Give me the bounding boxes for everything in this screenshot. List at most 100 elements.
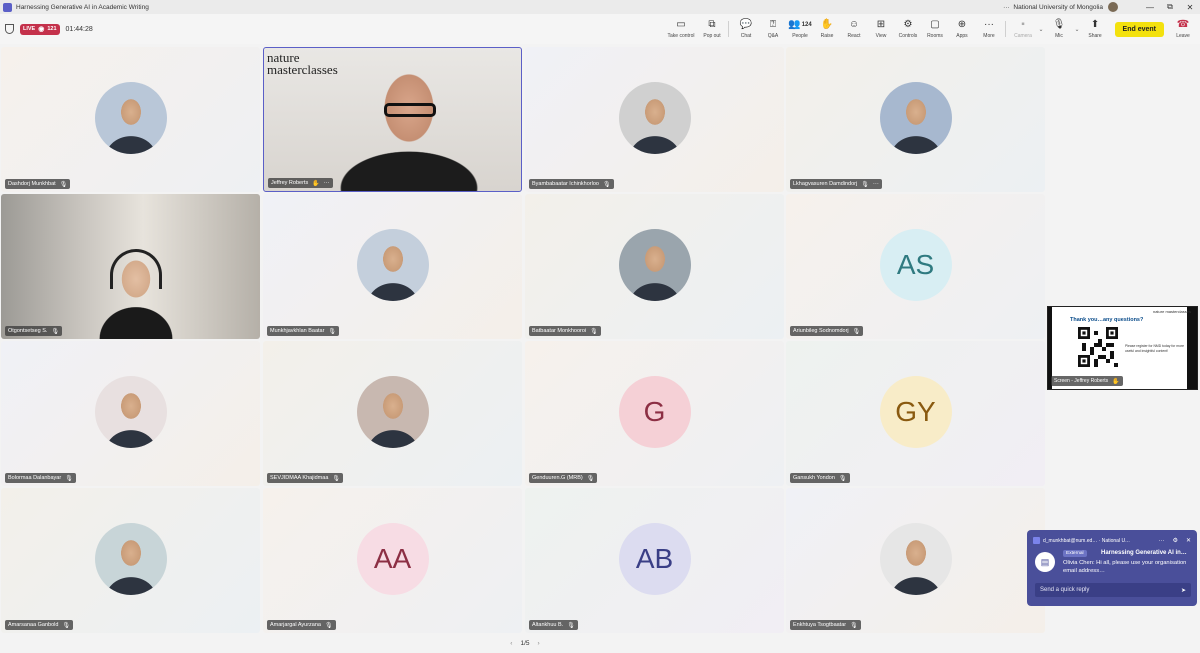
apps-icon: ⊕ (958, 19, 966, 31)
participant-tile[interactable]: Otgontsetseg S. 🎙 (1, 194, 260, 339)
rooms-icon: ▢ (930, 19, 939, 31)
apps-button[interactable]: ⊕ Apps (949, 14, 975, 44)
avatar (356, 375, 429, 448)
account-avatar[interactable] (1108, 2, 1118, 12)
pop-out-button[interactable]: ⧉ Pop out (699, 14, 725, 44)
shield-icon[interactable] (5, 24, 14, 34)
chat-button[interactable]: 💬 Chat (733, 14, 759, 44)
participant-tile[interactable]: Bolormaa Dalanbayar 🎙 (1, 341, 260, 486)
close-button[interactable]: ✕ (1180, 3, 1200, 12)
close-icon[interactable]: ✕ (1186, 537, 1191, 544)
view-button[interactable]: ⊞ View (868, 14, 894, 44)
controls-button[interactable]: ⚙ Controls (895, 14, 921, 44)
page-indicator: 1/5 (520, 639, 530, 647)
send-icon[interactable]: ➤ (1181, 587, 1186, 594)
participant-tile[interactable]: nature masterclasses Jeffrey Roberts ✋ ··· (263, 47, 522, 192)
participant-name: Amarsanaa Ganbold (8, 622, 59, 628)
more-icon[interactable]: ··· (873, 181, 879, 187)
qa-label: Q&A (767, 33, 779, 39)
participant-tile[interactable]: Byambabaatar Ichinkhorloo 🎙 (525, 47, 784, 192)
mic-muted-icon: 🎙 (51, 328, 60, 335)
mic-muted-icon: 🎙 (332, 475, 341, 482)
participant-name: Batbaatar Monkhooroi (532, 328, 587, 334)
people-button[interactable]: 👥 124 People (787, 14, 813, 44)
avatar (94, 375, 167, 448)
next-page-button[interactable]: › (538, 640, 540, 647)
end-event-button[interactable]: End event (1114, 21, 1164, 37)
hand-icon: ✋ (1112, 378, 1120, 385)
people-icon: 👥 124 (788, 19, 811, 31)
participant-name: SEVJIDMAA Khajidmaa (270, 475, 329, 481)
share-nametag: Screen - Jeffrey Roberts ✋ (1051, 376, 1123, 386)
participant-tile[interactable]: GY Gansukh Yondon 🎙 (786, 341, 1045, 486)
prev-page-button[interactable]: ‹ (510, 640, 512, 647)
take-control-icon: ▭ (676, 19, 685, 31)
chat-notification[interactable]: d_munkhbat@num.ed… · National U… ··· ⚙ ✕… (1027, 530, 1197, 606)
pop-out-label: Pop out (703, 33, 721, 39)
quick-reply-field[interactable]: Send a quick reply ➤ (1035, 583, 1191, 597)
slide-brand: nature masterclasses (1152, 309, 1191, 314)
take-control-button[interactable]: ▭ Take control (664, 14, 698, 44)
mic-muted-icon: 🎙 (602, 181, 611, 188)
participant-name: Enkhtuya Tsogtbaatar (793, 622, 847, 628)
participant-tile[interactable]: Dashdorj Munkhbat 🎙 (1, 47, 260, 192)
avatar (94, 522, 167, 595)
restore-button[interactable]: ⧉ (1160, 2, 1180, 12)
raise-button[interactable]: ✋ Raise (814, 14, 840, 44)
pop-out-icon: ⧉ (708, 19, 715, 31)
camera-button[interactable]: ▪ Camera (1010, 14, 1036, 44)
mic-muted-icon: 🎙 (62, 622, 71, 629)
camera-chevron-icon[interactable]: ⌄ (1038, 26, 1043, 33)
participant-tile[interactable]: AA Amarjargal Ayurzana 🎙 (263, 488, 522, 633)
participant-tile[interactable]: Amarsanaa Ganbold 🎙 (1, 488, 260, 633)
mic-muted-icon: 🎙 (567, 622, 575, 629)
participant-tile[interactable]: Enkhtuya Tsogtbaatar 🎙 (786, 488, 1045, 633)
speaker-video (334, 48, 484, 191)
qa-button[interactable]: ⍰ Q&A (760, 14, 786, 44)
more-options-icon[interactable]: ··· (999, 4, 1013, 11)
view-label: View (875, 33, 887, 39)
more-icon[interactable]: ··· (1159, 538, 1165, 544)
avatar (879, 522, 952, 595)
org-name[interactable]: National University of Mongolia (1013, 4, 1103, 11)
mic-muted-icon: 🎙 (328, 328, 337, 335)
participant-nametag: Gansukh Yondon 🎙 (790, 473, 850, 483)
avatar-photo (356, 375, 429, 448)
share-button[interactable]: ⬆ Share (1082, 14, 1108, 44)
participant-tile[interactable]: Lkhagvasuren Damdindorj 🎙 ··· (786, 47, 1045, 192)
mic-button[interactable]: 🎙 Mic (1046, 14, 1072, 44)
participant-tile[interactable]: Batbaatar Monkhooroi 🎙 (525, 194, 784, 339)
view-icon: ⊞ (877, 19, 885, 31)
apps-label: Apps (956, 33, 968, 39)
participant-tile[interactable]: Munkhjavkhlan Baatar 🎙 (263, 194, 522, 339)
participant-nametag: Otgontsetseg S. 🎙 (5, 326, 63, 336)
minimize-button[interactable]: — (1140, 3, 1160, 12)
avatar (94, 81, 167, 154)
react-label: React (847, 33, 861, 39)
participant-tile[interactable]: G Genduuren.G (MRB) 🎙 (525, 341, 784, 486)
avatar: AS (879, 228, 952, 301)
rooms-button[interactable]: ▢ Rooms (922, 14, 948, 44)
teams-icon (1033, 537, 1040, 544)
more-button[interactable]: ··· More (976, 14, 1002, 44)
participant-nametag: Genduuren.G (MRB) 🎙 (529, 473, 598, 483)
screen-share-preview[interactable]: nature masterclasses Thank you…any quest… (1047, 306, 1198, 390)
qa-glyph: ⍰ (769, 19, 776, 30)
chat-icon: 💬 (740, 19, 752, 31)
mic-chevron-icon[interactable]: ⌄ (1075, 26, 1080, 33)
react-glyph: ☺ (848, 19, 860, 30)
participant-nametag: Batbaatar Monkhooroi 🎙 (529, 326, 601, 336)
react-button[interactable]: ☺ React (841, 14, 867, 44)
window-title: Harnessing Generative AI in Academic Wri… (16, 3, 149, 11)
participant-tile[interactable]: SEVJIDMAA Khajidmaa 🎙 (263, 341, 522, 486)
avatar: AA (356, 522, 429, 595)
people-count: 124 (801, 22, 812, 28)
leave-button[interactable]: ☎ Leave (1170, 14, 1196, 44)
more-icon[interactable]: ··· (324, 180, 330, 186)
settings-icon[interactable]: ⚙ (1173, 537, 1178, 544)
mic-muted-icon: 🎙 (324, 622, 333, 629)
participant-tile[interactable]: AS Ariunbileg Sodnomdorj 🎙 (786, 194, 1045, 339)
toast-sender: d_munkhbat@num.ed… · National U… (1043, 537, 1131, 544)
avatar-photo (618, 81, 691, 154)
participant-tile[interactable]: AB Altankhuu B. 🎙 (525, 488, 784, 633)
